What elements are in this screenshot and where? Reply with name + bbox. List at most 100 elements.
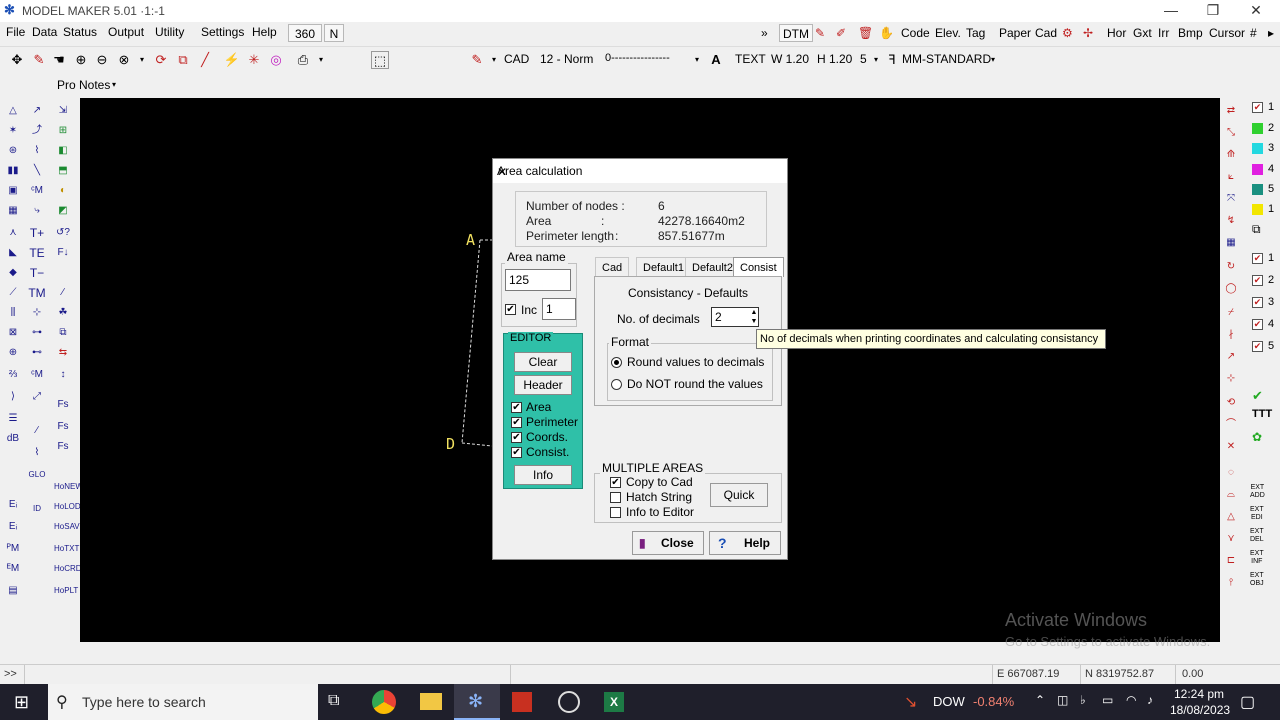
print-dropdown-icon[interactable]: ▾	[312, 51, 330, 69]
more-icon[interactable]: ▸	[1265, 24, 1277, 42]
tool-icon[interactable]: ⊞	[54, 122, 72, 140]
network-icon[interactable]: ▭	[1102, 693, 1113, 707]
menu-data[interactable]: Data	[32, 25, 57, 39]
grid-icon[interactable]: #	[1247, 24, 1260, 42]
tool-icon[interactable]: ↗	[28, 102, 46, 120]
clock-time[interactable]: 12:24 pm	[1174, 687, 1224, 701]
text-style-selector[interactable]: MM-STANDARD	[902, 52, 991, 66]
layers-icon[interactable]: ⧉	[174, 51, 192, 69]
pen-selector[interactable]: 12 - Norm	[540, 52, 593, 66]
tool-icon[interactable]: ⟀	[1222, 168, 1240, 186]
tool-icon[interactable]: ⊏	[1222, 552, 1240, 570]
triangle-icon[interactable]: △	[4, 102, 22, 120]
restore-button[interactable]: ❐	[1190, 0, 1236, 22]
clear-button[interactable]: Clear	[514, 352, 572, 372]
view-check[interactable]: ✔	[1252, 297, 1263, 308]
tool-icon[interactable]: ⤡	[1222, 124, 1240, 142]
gxt-button[interactable]: Gxt	[1130, 24, 1155, 42]
pro-notes-dropdown-icon[interactable]: ▾	[112, 80, 116, 89]
obs-icon[interactable]	[558, 691, 580, 713]
wifi-icon[interactable]: ◠	[1126, 693, 1136, 707]
tool-icon[interactable]: ⬒	[54, 162, 72, 180]
stock-name[interactable]: DOW	[933, 694, 965, 709]
minimize-button[interactable]: —	[1148, 0, 1194, 22]
layer-color-swatch[interactable]	[1252, 164, 1263, 175]
zoom-icon[interactable]: ⊕	[72, 51, 90, 69]
menu-help[interactable]: Help	[252, 25, 277, 39]
snap-icon[interactable]: ⬚	[371, 51, 389, 69]
check-tool-icon[interactable]: ✔	[1252, 388, 1263, 404]
print-icon[interactable]: ⎙	[294, 51, 312, 69]
tool-icon[interactable]: ◆	[4, 264, 22, 282]
tool-icon[interactable]: ↗	[1222, 348, 1240, 366]
layer-check[interactable]: ✔	[1252, 102, 1263, 113]
toolbar-scroll-icon[interactable]: »	[758, 24, 771, 42]
tool-icon[interactable]: ⇲	[54, 102, 72, 120]
zoom-out-icon[interactable]: ⊖	[93, 51, 111, 69]
tool-icon[interactable]: ▦	[1222, 234, 1240, 252]
text-height-box[interactable]: H 1.20	[817, 52, 852, 66]
tool-icon[interactable]: ◯	[1222, 280, 1240, 298]
tab-default2[interactable]: Default2	[685, 257, 740, 277]
microphone-icon[interactable]: ♭	[1080, 693, 1086, 707]
tool-icon[interactable]: ⊹	[1222, 370, 1240, 388]
area-name-input[interactable]	[505, 269, 571, 291]
tool-icon[interactable]: ◐	[54, 182, 72, 200]
trace-icon[interactable]: ⚡	[223, 51, 241, 69]
style-dropdown-icon[interactable]: ▾	[984, 51, 1002, 69]
tray-camera-icon[interactable]: ◫	[1057, 693, 1068, 707]
tool-icon[interactable]: F↓	[54, 244, 72, 262]
tool-icon[interactable]: T+	[28, 224, 46, 242]
notifications-icon[interactable]: ▢	[1240, 692, 1255, 712]
tool-icon[interactable]: ∕	[54, 284, 72, 302]
tool-icon[interactable]: ◣	[4, 244, 22, 262]
tool-icon[interactable]: ⌇	[28, 444, 46, 462]
text-width-box[interactable]: W 1.20	[771, 52, 809, 66]
tool-icon[interactable]: HoLOD	[54, 498, 81, 516]
dtm-button[interactable]: DTM	[779, 24, 813, 42]
irr-button[interactable]: Irr	[1155, 24, 1172, 42]
scale-icon[interactable]: ✢	[1080, 24, 1096, 42]
windows-start-icon[interactable]: ⊞	[14, 692, 29, 713]
menu-settings[interactable]: Settings	[201, 25, 244, 39]
tool-icon[interactable]: ⫯	[1222, 574, 1240, 592]
copy-to-cad-checkbox[interactable]: ✔	[610, 477, 621, 488]
tool-icon[interactable]: ⋏	[4, 224, 22, 242]
linetype-dropdown-icon[interactable]: ▾	[688, 51, 706, 69]
perimeter-checkbox[interactable]: ✔	[511, 417, 522, 428]
tool-icon[interactable]: ID	[28, 500, 46, 518]
rotation-360-box[interactable]: 360	[288, 24, 322, 42]
inc-input[interactable]	[542, 298, 576, 320]
hor-button[interactable]: Hor	[1104, 24, 1129, 42]
volume-icon[interactable]: ♪	[1147, 693, 1153, 707]
taskbar-search-box[interactable]: ⚲ Type here to search	[48, 684, 318, 720]
zoom-dropdown-icon[interactable]: ▾	[133, 51, 151, 69]
tool-icon[interactable]: ╲	[28, 162, 46, 180]
file-explorer-icon[interactable]	[420, 693, 442, 710]
tool-icon[interactable]: ⊠	[4, 324, 22, 342]
calculator-icon[interactable]: ▤	[4, 582, 22, 600]
tool-icon[interactable]: ☘	[54, 304, 72, 322]
ext-del-button[interactable]: EXT DEL	[1250, 528, 1264, 544]
ext-obj-button[interactable]: EXT OBJ	[1250, 572, 1264, 588]
refresh-icon[interactable]: ⟳	[152, 51, 170, 69]
paper-button[interactable]: Paper	[996, 24, 1034, 42]
layer-color-swatch[interactable]	[1252, 143, 1263, 154]
tray-chevron-icon[interactable]: ⌃	[1035, 693, 1045, 707]
tool-icon[interactable]: ⫼	[4, 304, 22, 322]
command-prompt[interactable]: >>	[4, 668, 17, 680]
trash-icon[interactable]: 🗑	[855, 24, 876, 42]
tool-icon[interactable]: ☰	[4, 410, 22, 428]
tool-icon[interactable]: ↻	[1222, 258, 1240, 276]
color-dropdown-icon[interactable]: ▾	[485, 51, 503, 69]
tool-icon[interactable]: ⟰	[1222, 146, 1240, 164]
tool-icon[interactable]: ⌇	[28, 142, 46, 160]
tool-icon[interactable]: HoTXT	[54, 540, 79, 558]
quick-button[interactable]: Quick	[710, 483, 768, 507]
coords-checkbox[interactable]: ✔	[511, 432, 522, 443]
area-checkbox[interactable]: ✔	[511, 402, 522, 413]
zoom-window-icon[interactable]: ⊗	[115, 51, 133, 69]
tool-icon[interactable]: ▮▮	[4, 162, 22, 180]
cluster-tool-icon[interactable]: ✿	[1252, 430, 1262, 444]
ext-info-button[interactable]: EXT INF	[1250, 550, 1264, 566]
